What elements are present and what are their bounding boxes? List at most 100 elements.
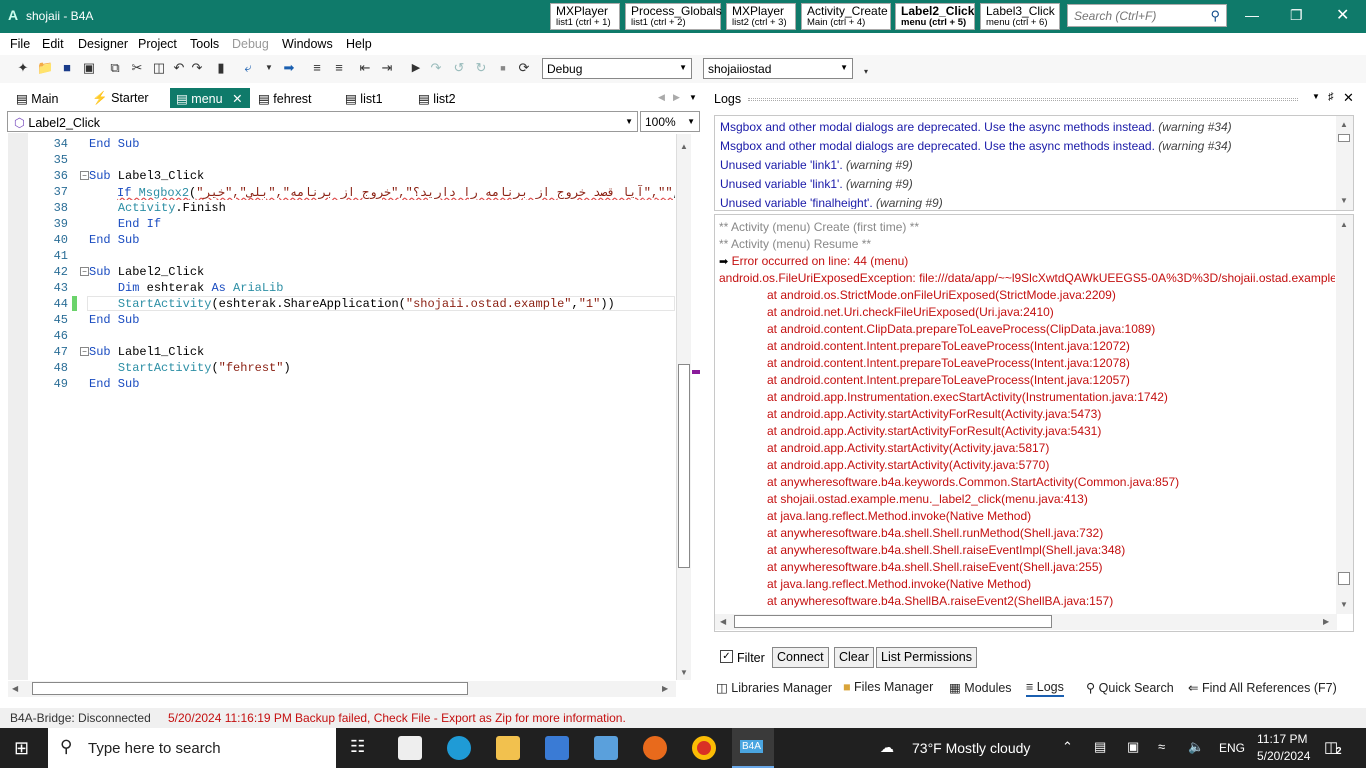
volume-icon[interactable]: 🔈 (1188, 739, 1204, 755)
scroll-right-icon[interactable]: ▶ (662, 684, 668, 693)
menu-file[interactable]: File (10, 37, 30, 51)
tab-libraries-manager[interactable]: ◫ Libraries Manager (716, 680, 832, 695)
back-dropdown-icon[interactable]: ▼ (261, 60, 277, 76)
tab-list-icon[interactable]: ▼ (689, 93, 697, 102)
tab-list1[interactable]: ▤ list1 (339, 88, 389, 108)
panel-close-icon[interactable]: ✕ (1343, 90, 1354, 106)
scroll-left-icon[interactable]: ◀ (12, 684, 18, 693)
log-vertical-scrollbar[interactable]: ▲ ▼ (1336, 215, 1353, 614)
menu-designer[interactable]: Designer (78, 37, 128, 51)
tab-files-manager[interactable]: ■ Files Manager (843, 680, 933, 694)
language-indicator[interactable]: ENG (1219, 741, 1245, 755)
sub-selector[interactable]: ⬡ Label2_Click ▼ (7, 111, 638, 132)
clock-date[interactable]: 5/20/2024 (1257, 749, 1310, 763)
menu-edit[interactable]: Edit (42, 37, 64, 51)
windows-start-icon[interactable]: ⊞ (14, 738, 29, 759)
tab-starter[interactable]: ⚡ Starter (86, 88, 155, 108)
mail-icon[interactable] (398, 736, 422, 760)
stop-icon[interactable]: ■ (495, 60, 511, 76)
new-file-icon[interactable]: ✦ (15, 60, 31, 76)
toolbar-overflow-icon[interactable]: ▾ (858, 64, 874, 80)
uncomment-icon[interactable]: ≡ (331, 60, 347, 76)
warning-item[interactable]: Unused variable 'finalheight'. (warning … (720, 196, 943, 209)
restore-icon[interactable]: ❐ (1290, 7, 1303, 24)
restart-icon[interactable]: ⟳ (516, 60, 532, 76)
device-icon[interactable]: ▣ (1127, 739, 1139, 755)
warning-item[interactable]: Unused variable 'link1'. (warning #9) (720, 158, 913, 172)
quick-tab-3[interactable]: MXPlayer list2 (ctrl + 3) (726, 3, 796, 30)
fold-toggle-icon[interactable]: − (80, 267, 89, 276)
open-folder-icon[interactable]: 📁 (37, 60, 53, 76)
firefox-icon[interactable] (643, 736, 667, 760)
task-view-icon[interactable]: ☷ (350, 737, 365, 757)
connect-button[interactable]: Connect (772, 647, 829, 668)
close-icon[interactable]: ✕ (1336, 5, 1349, 25)
clear-button[interactable]: Clear (834, 647, 874, 668)
quick-tab-1[interactable]: MXPlayer list1 (ctrl + 1) (550, 3, 620, 30)
control-panel-icon[interactable] (594, 736, 618, 760)
scroll-up-icon[interactable]: ▲ (1340, 120, 1348, 129)
log-horizontal-scrollbar[interactable]: ◀ ▶ (715, 614, 1337, 630)
paste-icon[interactable]: ◫ (151, 60, 167, 76)
comment-icon[interactable]: ≡ (309, 60, 325, 76)
tab-logs[interactable]: ≡ Logs (1026, 680, 1064, 697)
quick-tab-6[interactable]: Label3_Click menu (ctrl + 6) (980, 3, 1060, 30)
scroll-right-icon[interactable]: ▶ (1323, 617, 1329, 626)
package-select[interactable]: shojaiiostad ▼ (703, 58, 853, 79)
zoom-select[interactable]: 100% ▼ (640, 111, 700, 132)
tab-modules[interactable]: ▦ Modules (949, 680, 1012, 695)
minimize-icon[interactable]: — (1245, 7, 1259, 23)
pin-icon[interactable]: ♯ (1328, 91, 1334, 103)
chevron-up-icon[interactable]: ⌃ (1062, 739, 1073, 755)
menu-help[interactable]: Help (346, 37, 372, 51)
step-over-icon[interactable]: ↺ (451, 60, 467, 76)
menu-windows[interactable]: Windows (282, 37, 333, 51)
wifi-icon[interactable]: ≈ (1158, 739, 1165, 754)
warning-item[interactable]: Msgbox and other modal dialogs are depre… (720, 120, 1232, 134)
outdent-icon[interactable]: ⇤ (357, 60, 373, 76)
menu-project[interactable]: Project (138, 37, 177, 51)
store-icon[interactable] (545, 736, 569, 760)
log-output[interactable]: ** Activity (menu) Create (first time) *… (714, 214, 1354, 632)
quick-tab-4[interactable]: Activity_Create Main (ctrl + 4) (801, 3, 891, 30)
tab-scroll-left-icon[interactable]: ◀ (658, 92, 665, 103)
scroll-down-icon[interactable]: ▼ (680, 668, 688, 677)
save-all-icon[interactable]: ▣ (81, 60, 97, 76)
taskbar-search[interactable]: ⚲ Type here to search (48, 728, 336, 768)
indent-icon[interactable]: ⇥ (379, 60, 395, 76)
run-icon[interactable]: ▶ (408, 60, 424, 76)
copy-icon[interactable]: ⧉ (107, 60, 123, 76)
tab-list2[interactable]: ▤ list2 (412, 88, 462, 108)
list-permissions-button[interactable]: List Permissions (876, 647, 977, 668)
tab-menu[interactable]: ▤ menu ✕ (170, 88, 250, 108)
cut-icon[interactable]: ✂ (129, 60, 145, 76)
quick-tab-5[interactable]: Label2_Click menu (ctrl + 5) (895, 3, 975, 30)
scroll-thumb[interactable] (32, 682, 468, 695)
weather-text[interactable]: 73°F Mostly cloudy (912, 740, 1030, 756)
editor-horizontal-scrollbar[interactable]: ◀ ▶ (8, 681, 676, 697)
fold-toggle-icon[interactable]: − (80, 171, 89, 180)
scroll-thumb[interactable] (1338, 134, 1350, 142)
scroll-down-icon[interactable]: ▼ (1340, 196, 1348, 205)
step-in-icon[interactable]: ↷ (428, 60, 444, 76)
warning-item[interactable]: Unused variable 'link1'. (warning #9) (720, 177, 913, 191)
search-box[interactable]: ⚲ (1067, 4, 1227, 27)
warnings-scrollbar[interactable]: ▲ ▼ (1336, 116, 1353, 210)
filter-checkbox[interactable]: ✓ (720, 650, 733, 663)
b4a-taskbar-button[interactable]: B4A (732, 728, 774, 768)
tab-quick-search[interactable]: ⚲ Quick Search (1086, 680, 1174, 695)
clock-time[interactable]: 11:17 PM (1257, 732, 1307, 746)
panel-menu-icon[interactable]: ▼ (1312, 92, 1320, 101)
scroll-thumb[interactable] (1338, 572, 1350, 585)
undo-icon[interactable]: ↶ (171, 60, 187, 76)
close-tab-icon[interactable]: ✕ (232, 92, 242, 106)
edge-icon[interactable] (447, 736, 471, 760)
scroll-thumb[interactable] (734, 615, 1052, 628)
tab-scroll-right-icon[interactable]: ▶ (673, 92, 680, 103)
file-explorer-icon[interactable] (496, 736, 520, 760)
quick-tab-2[interactable]: Process_Globals list1 (ctrl + 2) (625, 3, 722, 30)
tab-fehrest[interactable]: ▤ fehrest (252, 88, 318, 108)
scroll-thumb[interactable] (678, 364, 690, 568)
tab-find-all-references[interactable]: ⇐ Find All References (F7) (1188, 680, 1337, 695)
redo-icon[interactable]: ↷ (189, 60, 205, 76)
